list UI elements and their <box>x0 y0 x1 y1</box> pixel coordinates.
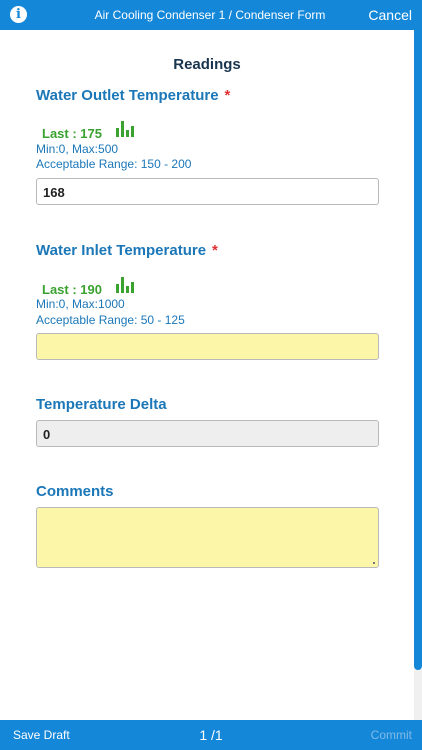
info-icon[interactable]: i <box>10 6 27 23</box>
water-outlet-input[interactable]: 168 <box>36 178 379 205</box>
water-outlet-label: Water Outlet Temperature * <box>36 87 230 104</box>
water-outlet-label-text: Water Outlet Temperature <box>36 87 219 104</box>
bottom-bar: Save Draft 1 /1 Commit <box>0 720 422 750</box>
section-title: Readings <box>173 56 241 73</box>
comments-label: Comments <box>36 483 114 500</box>
temperature-delta-field: 0 <box>36 420 379 447</box>
water-inlet-input[interactable] <box>36 333 379 360</box>
water-inlet-label-text: Water Inlet Temperature <box>36 242 207 259</box>
commit-button[interactable]: Commit <box>371 728 412 742</box>
water-outlet-last-reading: Last : 175 <box>42 126 102 141</box>
top-bar: i Air Cooling Condenser 1 / Condenser Fo… <box>0 0 422 30</box>
water-inlet-label: Water Inlet Temperature * <box>36 242 218 259</box>
resize-handle-icon[interactable] <box>373 562 375 564</box>
water-inlet-range: Acceptable Range: 50 - 125 <box>36 313 185 327</box>
form-title: Air Cooling Condenser 1 / Condenser Form <box>94 8 326 22</box>
water-inlet-minmax: Min:0, Max:1000 <box>36 297 125 311</box>
water-outlet-range: Acceptable Range: 150 - 200 <box>36 157 192 171</box>
page-indicator: 1 /1 <box>199 727 223 743</box>
bar-chart-icon[interactable] <box>116 121 134 137</box>
scrollbar[interactable] <box>414 30 422 720</box>
water-outlet-minmax: Min:0, Max:500 <box>36 142 119 156</box>
cancel-button[interactable]: Cancel <box>368 7 412 23</box>
water-inlet-last-reading: Last : 190 <box>42 282 102 297</box>
scrollbar-thumb[interactable] <box>414 30 422 670</box>
comments-textarea[interactable] <box>36 507 379 568</box>
required-marker: * <box>212 242 218 259</box>
temperature-delta-label: Temperature Delta <box>36 396 167 413</box>
required-marker: * <box>224 87 231 104</box>
bar-chart-icon[interactable] <box>116 277 134 293</box>
